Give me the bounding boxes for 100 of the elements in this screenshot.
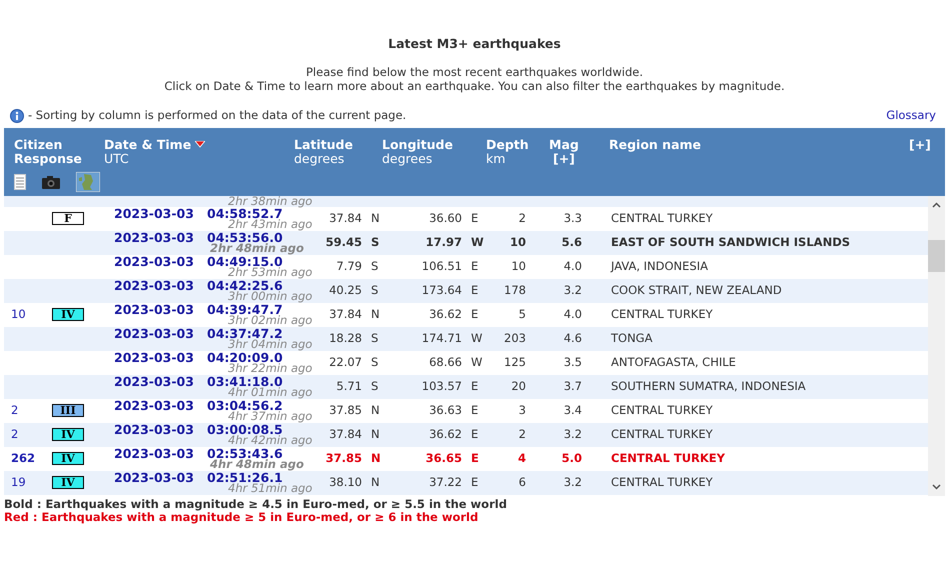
date-time-link[interactable]: 2023-03-03 03:41:18.0 (114, 376, 283, 387)
expand-columns-link[interactable]: [+] (909, 137, 931, 152)
depth-cell-text: 10 (508, 234, 526, 252)
intensity-badge[interactable]: F (52, 212, 84, 226)
date-time-link[interactable]: 2023-03-03 04:42:25.6 (114, 280, 283, 291)
latitude-direction: S (370, 330, 380, 348)
latitude-direction: S (370, 258, 380, 276)
intensity-badge[interactable]: III (52, 404, 84, 418)
longitude-direction: E (470, 474, 480, 492)
document-icon[interactable] (14, 174, 26, 190)
latitude-direction: N (370, 426, 381, 444)
column-header[interactable]: Region name (609, 137, 702, 152)
info-icon (10, 109, 24, 123)
longitude-cell-text: 36.62 (428, 426, 462, 444)
magnitude-cell-text: 3.2 (562, 426, 582, 444)
longitude-cell-text: 103.57 (420, 378, 462, 396)
depth-cell-text: 2 (518, 426, 526, 444)
latitude-direction: S (370, 354, 380, 372)
scroll-down-icon[interactable] (932, 484, 941, 490)
longitude-direction: W (470, 354, 482, 372)
date-time-link[interactable]: 2023-03-03 04:53:56.0 (114, 232, 283, 243)
depth-cell-text: 3 (518, 402, 526, 420)
date-time-link[interactable]: 2023-03-03 04:20:09.0 (114, 352, 283, 363)
longitude-cell-text: 36.63 (428, 402, 462, 420)
column-unit: km (486, 151, 506, 166)
depth-cell-text: 125 (503, 354, 526, 372)
column-header[interactable]: Latitude (294, 137, 353, 152)
longitude-direction: W (470, 234, 482, 252)
magnitude-cell-text: 3.2 (562, 474, 582, 492)
region-cell-text: CENTRAL TURKEY (610, 306, 714, 324)
column-header[interactable]: Date & Time (104, 137, 192, 152)
time-ago: 3hr 22min ago (228, 363, 312, 374)
response-count-link[interactable]: 262 (4, 450, 52, 468)
latitude-direction: N (370, 402, 381, 420)
depth-cell-text: 6 (518, 474, 526, 492)
longitude-cell-text: 173.64 (420, 282, 462, 300)
longitude-direction: E (470, 402, 480, 420)
intensity-badge[interactable]: IV (52, 428, 84, 442)
latitude-direction: N (370, 450, 382, 468)
magnitude-cell-text: 5.0 (560, 450, 582, 468)
column-header[interactable]: Citizen Response (14, 138, 104, 166)
date-time-link[interactable]: 2023-03-03 04:58:52.7 (114, 208, 283, 219)
intro-text: Please find below the most recent earthquakes worldwide. (304, 65, 644, 79)
column-unit: UTC (104, 151, 129, 166)
depth-cell-text: 2 (518, 210, 526, 228)
region-cell-text: CENTRAL TURKEY (610, 210, 714, 228)
magnitude-cell-text: 4.0 (562, 258, 582, 276)
date-time-link[interactable]: 2023-03-03 02:51:26.1 (114, 472, 283, 483)
response-count-link[interactable]: 2 (4, 402, 52, 420)
scrollbar-thumb[interactable] (928, 240, 945, 272)
magnitude-filter-link[interactable]: [+] (549, 151, 575, 166)
time-ago: 4hr 42min ago (228, 435, 312, 446)
column-header[interactable]: Mag (549, 137, 579, 152)
response-count-link[interactable]: 2 (4, 426, 52, 444)
longitude-direction: E (470, 450, 480, 468)
time-ago: 2hr 48min ago (210, 243, 304, 254)
date-time-link[interactable]: 2023-03-03 04:39:47.7 (114, 304, 283, 315)
region-cell-text: SOUTHERN SUMATRA, INDONESIA (610, 378, 807, 396)
time-ago: 4hr 51min ago (228, 483, 312, 494)
region-cell-text: CENTRAL TURKEY (610, 450, 726, 468)
column-header[interactable]: Depth (486, 137, 529, 152)
region-cell-text: CENTRAL TURKEY (610, 474, 714, 492)
response-count-link[interactable]: 10 (4, 306, 52, 324)
region-cell-text: COOK STRAIT, NEW ZEALAND (610, 282, 783, 300)
column-header[interactable]: Longitude (382, 137, 453, 152)
glossary-link[interactable]: Glossary (886, 107, 936, 125)
date-time-link[interactable]: 2023-03-03 03:00:08.5 (114, 424, 283, 435)
time-ago: 3hr 02min ago (228, 315, 312, 326)
magnitude-cell-text: 3.7 (562, 378, 582, 396)
longitude-direction: E (470, 258, 480, 276)
intensity-badge[interactable]: IV (52, 452, 84, 466)
scroll-up-icon[interactable] (932, 202, 941, 208)
legend-text: Red : Earthquakes with a magnitude ≥ 5 in Euro-med, or ≥ 6 in the world (4, 511, 480, 524)
column-unit: degrees (294, 151, 344, 166)
response-count-link[interactable]: 19 (4, 474, 52, 492)
depth-cell-text: 178 (503, 282, 526, 300)
intensity-badge[interactable]: IV (52, 476, 84, 490)
date-time-link[interactable]: 2023-03-03 02:53:43.6 (114, 448, 283, 459)
time-ago: 2hr 43min ago (228, 219, 312, 230)
depth-cell-text: 4 (516, 450, 526, 468)
latitude-direction: S (370, 282, 380, 300)
time-ago: 4hr 48min ago (210, 459, 304, 470)
sort-descending-icon[interactable] (195, 141, 206, 148)
intro-text: Click on Date & Time to learn more about an earthquake. You can also filter the earthquakes by magnitude. (163, 79, 786, 93)
time-ago: 3hr 04min ago (228, 339, 312, 350)
camera-icon[interactable] (42, 176, 60, 188)
date-time-link[interactable]: 2023-03-03 04:37:47.2 (114, 328, 283, 339)
intensity-badge[interactable]: IV (52, 308, 84, 322)
latitude-direction: N (370, 210, 381, 228)
magnitude-cell-text: 4.0 (562, 306, 582, 324)
magnitude-cell-text: 3.4 (562, 402, 582, 420)
depth-cell-text: 10 (510, 258, 526, 276)
depth-cell-text: 203 (503, 330, 526, 348)
depth-cell-text: 20 (510, 378, 526, 396)
depth-cell-text: 5 (518, 306, 526, 324)
time-ago: 2hr 53min ago (228, 267, 312, 278)
time-ago: 2hr 38min ago (227, 196, 312, 207)
date-time-link[interactable]: 2023-03-03 03:04:56.2 (114, 400, 283, 411)
date-time-link[interactable]: 2023-03-03 04:49:15.0 (114, 256, 283, 267)
longitude-cell-text: 36.60 (428, 210, 462, 228)
